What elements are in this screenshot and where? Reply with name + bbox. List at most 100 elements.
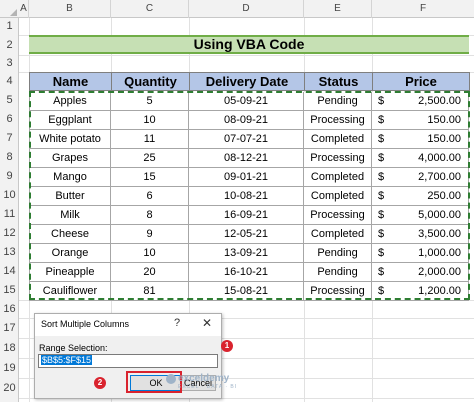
column-header-c[interactable]: C — [111, 0, 189, 18]
cell-delivery-date[interactable]: 16-10-21 — [189, 263, 304, 282]
row-header[interactable]: 9 — [0, 167, 19, 186]
cell-quantity[interactable]: 15 — [111, 168, 189, 187]
row-header[interactable]: 5 — [0, 91, 19, 110]
range-selection-label: Range Selection: — [39, 343, 108, 353]
row-header[interactable]: 19 — [0, 358, 19, 378]
cell-price[interactable]: $1,200.00 — [372, 282, 469, 301]
cell-price[interactable]: $1,000.00 — [372, 244, 469, 263]
cell-status[interactable]: Pending — [304, 244, 372, 263]
cell-status[interactable]: Processing — [304, 206, 372, 225]
price-amount: 2,500.00 — [418, 95, 461, 107]
cell-name[interactable]: Orange — [29, 244, 111, 263]
row-header[interactable]: 17 — [0, 318, 19, 338]
cell-quantity[interactable]: 11 — [111, 130, 189, 149]
cell-status[interactable]: Completed — [304, 187, 372, 206]
price-amount: 1,200.00 — [418, 285, 461, 297]
cell-delivery-date[interactable]: 09-01-21 — [189, 168, 304, 187]
row-header[interactable]: 14 — [0, 262, 19, 281]
cell-price[interactable]: $250.00 — [372, 187, 469, 206]
cell-price[interactable]: $3,500.00 — [372, 225, 469, 244]
cell-name[interactable]: White potato — [29, 130, 111, 149]
cell-price[interactable]: $150.00 — [372, 111, 469, 130]
cell-delivery-date[interactable]: 16-09-21 — [189, 206, 304, 225]
cell-status[interactable]: Completed — [304, 225, 372, 244]
cell-delivery-date[interactable]: 08-09-21 — [189, 111, 304, 130]
cell-delivery-date[interactable]: 13-09-21 — [189, 244, 304, 263]
cell-price[interactable]: $2,500.00 — [372, 92, 469, 111]
row-header[interactable]: 3 — [0, 55, 19, 72]
cell-delivery-date[interactable]: 10-08-21 — [189, 187, 304, 206]
cell-delivery-date[interactable]: 15-08-21 — [189, 282, 304, 301]
header-price: Price — [372, 72, 470, 91]
price-amount: 150.00 — [427, 114, 461, 126]
row-header[interactable]: 8 — [0, 148, 19, 167]
row-header[interactable]: 18 — [0, 338, 19, 358]
cell-name[interactable]: Grapes — [29, 149, 111, 168]
cell-delivery-date[interactable]: 05-09-21 — [189, 92, 304, 111]
currency-symbol: $ — [378, 228, 385, 240]
cell-status[interactable]: Processing — [304, 282, 372, 301]
cell-name[interactable]: Pineapple — [29, 263, 111, 282]
cell-name[interactable]: Butter — [29, 187, 111, 206]
cell-name[interactable]: Apples — [29, 92, 111, 111]
cell-quantity[interactable]: 81 — [111, 282, 189, 301]
cell-quantity[interactable]: 10 — [111, 244, 189, 263]
close-icon[interactable]: ✕ — [202, 316, 212, 330]
cell-quantity[interactable]: 10 — [111, 111, 189, 130]
cell-quantity[interactable]: 5 — [111, 92, 189, 111]
row-header[interactable]: 12 — [0, 224, 19, 243]
cell-name[interactable]: Milk — [29, 206, 111, 225]
row-header[interactable]: 20 — [0, 378, 19, 398]
row-header[interactable]: 15 — [0, 281, 19, 300]
cell-price[interactable]: $5,000.00 — [372, 206, 469, 225]
cell-quantity[interactable]: 25 — [111, 149, 189, 168]
exceldemy-logo-icon — [166, 374, 176, 384]
column-header-b[interactable]: B — [29, 0, 111, 18]
row-header-bar: 1 2 3 4 5 6 7 8 9 10 11 12 13 14 15 16 1… — [0, 18, 19, 402]
cell-status[interactable]: Processing — [304, 149, 372, 168]
cell-status[interactable]: Pending — [304, 92, 372, 111]
currency-symbol: $ — [378, 171, 385, 183]
range-selection-input[interactable]: $B$5:$F$15 — [38, 354, 218, 368]
cell-price[interactable]: $2,700.00 — [372, 168, 469, 187]
help-icon[interactable]: ? — [174, 317, 180, 329]
cell-quantity[interactable]: 20 — [111, 263, 189, 282]
row-header[interactable]: 11 — [0, 205, 19, 224]
cell-name[interactable]: Cauliflower — [29, 282, 111, 301]
row-header[interactable]: 13 — [0, 243, 19, 262]
price-amount: 150.00 — [427, 133, 461, 145]
row-header[interactable]: 2 — [0, 35, 19, 55]
row-header[interactable]: 7 — [0, 129, 19, 148]
column-header-e[interactable]: E — [304, 0, 372, 18]
row-header[interactable]: 10 — [0, 186, 19, 205]
cell-name[interactable]: Cheese — [29, 225, 111, 244]
currency-symbol: $ — [378, 209, 385, 221]
cell-quantity[interactable]: 9 — [111, 225, 189, 244]
cell-status[interactable]: Pending — [304, 263, 372, 282]
cell-price[interactable]: $150.00 — [372, 130, 469, 149]
cell-quantity[interactable]: 8 — [111, 206, 189, 225]
row-header[interactable]: 16 — [0, 300, 19, 318]
column-header-d[interactable]: D — [189, 0, 304, 18]
column-header-bar: A B C D E F — [0, 0, 474, 18]
cell-delivery-date[interactable]: 07-07-21 — [189, 130, 304, 149]
row-header[interactable]: 6 — [0, 110, 19, 129]
cell-status[interactable]: Completed — [304, 168, 372, 187]
select-all-corner[interactable] — [0, 0, 19, 18]
cell-name[interactable]: Mango — [29, 168, 111, 187]
cell-delivery-date[interactable]: 08-12-21 — [189, 149, 304, 168]
cell-name[interactable]: Eggplant — [29, 111, 111, 130]
cell-price[interactable]: $2,000.00 — [372, 263, 469, 282]
column-header-f[interactable]: F — [372, 0, 474, 18]
price-amount: 4,000.00 — [418, 152, 461, 164]
cell-price[interactable]: $4,000.00 — [372, 149, 469, 168]
cell-status[interactable]: Completed — [304, 130, 372, 149]
row-header[interactable]: 4 — [0, 72, 19, 91]
column-header-a[interactable]: A — [19, 0, 29, 18]
cell-quantity[interactable]: 6 — [111, 187, 189, 206]
cell-status[interactable]: Processing — [304, 111, 372, 130]
row-header[interactable]: 1 — [0, 18, 19, 35]
dialog-titlebar[interactable]: Sort Multiple Columns ? ✕ — [35, 314, 221, 336]
cell-delivery-date[interactable]: 12-05-21 — [189, 225, 304, 244]
range-selection-value: $B$5:$F$15 — [41, 355, 93, 365]
